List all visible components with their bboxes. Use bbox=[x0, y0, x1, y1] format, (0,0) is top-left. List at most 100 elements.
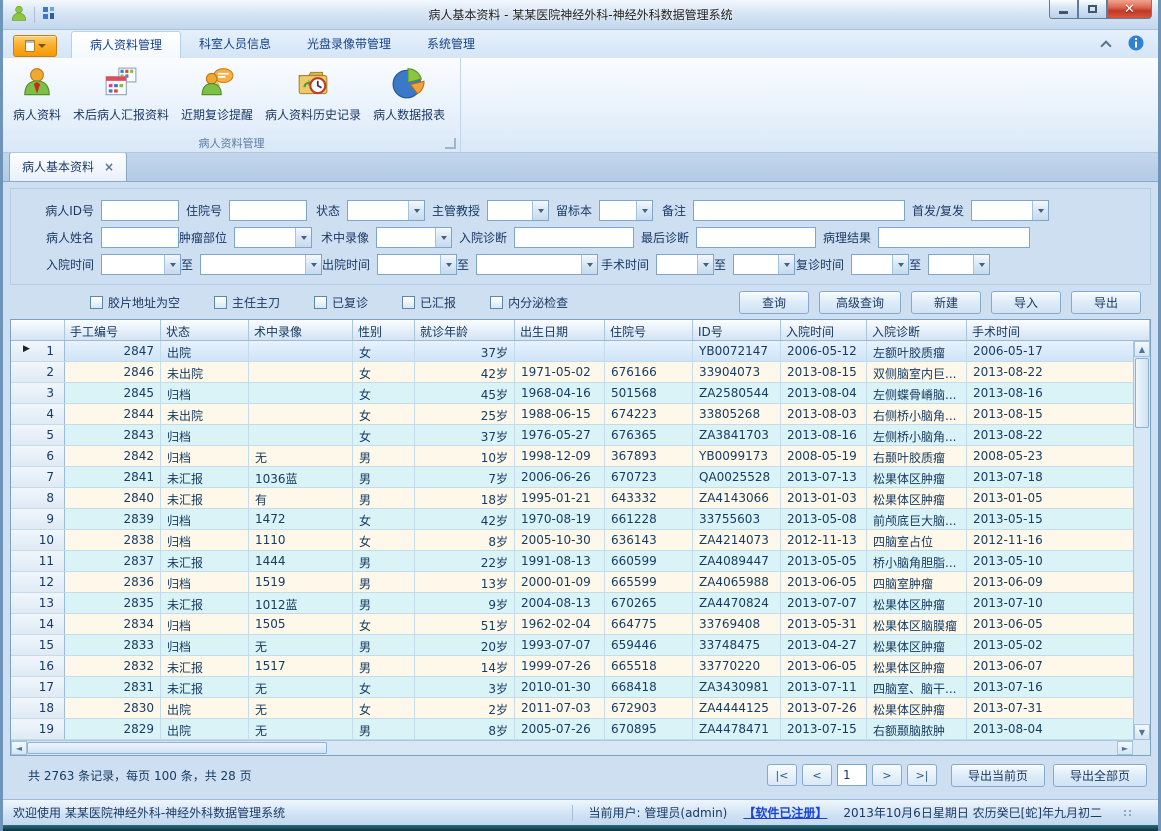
button-导入[interactable]: 导入 bbox=[991, 291, 1061, 314]
filter-combo-至[interactable] bbox=[928, 254, 990, 275]
table-row[interactable]: 172831未汇报无女3岁2010-01-30668418ZA343098120… bbox=[11, 677, 1150, 698]
vertical-scroll-thumb[interactable] bbox=[1135, 358, 1149, 428]
page-number-input[interactable] bbox=[837, 764, 867, 786]
combo-dropdown-icon[interactable] bbox=[636, 201, 652, 220]
table-row[interactable]: 22846未出院女42岁1971-05-02676166339040732013… bbox=[11, 362, 1150, 383]
filter-input-病人姓名[interactable] bbox=[101, 227, 179, 248]
checkbox-icon[interactable] bbox=[402, 296, 415, 309]
combo-dropdown-icon[interactable] bbox=[581, 255, 597, 274]
prev-page-button[interactable]: < bbox=[802, 764, 832, 786]
table-row[interactable]: 162832未汇报1517男14岁1999-07-266655183377022… bbox=[11, 656, 1150, 677]
column-header-rownum[interactable] bbox=[11, 320, 65, 340]
table-row[interactable]: 62842归档无男10岁1998-12-09367893YB0099173200… bbox=[11, 446, 1150, 467]
ribbon-collapse-icon[interactable] bbox=[1102, 42, 1112, 48]
app-menu-button[interactable] bbox=[13, 35, 57, 57]
horizontal-scrollbar[interactable]: ◄ ► bbox=[11, 740, 1133, 755]
ribbon-item-病人资料历史记录[interactable]: 病人资料历史记录 bbox=[259, 62, 367, 127]
filter-combo-复诊时间[interactable] bbox=[851, 254, 909, 275]
ribbon-tab-光盘录像带管理[interactable]: 光盘录像带管理 bbox=[289, 31, 409, 58]
checkbox-icon[interactable] bbox=[490, 296, 503, 309]
column-header-入院时间[interactable]: 入院时间 bbox=[781, 320, 867, 340]
close-button[interactable]: ✕ bbox=[1107, 0, 1152, 19]
checkbox-已复诊[interactable]: 已复诊 bbox=[314, 294, 368, 311]
column-header-性别[interactable]: 性别 bbox=[353, 320, 415, 340]
maximize-button[interactable] bbox=[1078, 0, 1107, 19]
ribbon-tab-系统管理[interactable]: 系统管理 bbox=[409, 31, 493, 58]
column-header-状态[interactable]: 状态 bbox=[161, 320, 249, 340]
column-header-入院诊断[interactable]: 入院诊断 bbox=[867, 320, 967, 340]
filter-input-入院诊断[interactable] bbox=[514, 227, 634, 248]
ribbon-tab-科室人员信息[interactable]: 科室人员信息 bbox=[181, 31, 289, 58]
combo-dropdown-icon[interactable] bbox=[778, 255, 794, 274]
table-row[interactable]: 42844未出院女25岁1988-06-15674223338052682013… bbox=[11, 404, 1150, 425]
table-row[interactable]: 32845归档女45岁1968-04-16501568ZA25805442013… bbox=[11, 383, 1150, 404]
column-header-手术时间[interactable]: 手术时间 bbox=[967, 320, 1150, 340]
minimize-button[interactable] bbox=[1049, 0, 1078, 19]
scroll-up-icon[interactable]: ▲ bbox=[1134, 341, 1150, 357]
filter-input-病人ID号[interactable] bbox=[101, 200, 179, 221]
filter-input-住院号[interactable] bbox=[229, 200, 307, 221]
combo-dropdown-icon[interactable] bbox=[892, 255, 908, 274]
checkbox-icon[interactable] bbox=[314, 296, 327, 309]
ribbon-item-术后病人汇报资料[interactable]: 术后病人汇报资料 bbox=[67, 62, 175, 127]
table-row[interactable]: 92839归档1472女42岁1970-08-19661228337556032… bbox=[11, 509, 1150, 530]
filter-combo-首发/复发[interactable] bbox=[971, 200, 1049, 221]
filter-combo-入院时间[interactable] bbox=[101, 254, 181, 275]
filter-input-最后诊断[interactable] bbox=[696, 227, 816, 248]
quick-access-icon[interactable] bbox=[41, 5, 57, 24]
vertical-scrollbar[interactable]: ▲ ▼ bbox=[1133, 341, 1150, 740]
info-icon[interactable] bbox=[1128, 35, 1144, 54]
filter-combo-主管教授[interactable] bbox=[487, 200, 549, 221]
app-user-icon[interactable] bbox=[10, 4, 28, 25]
checkbox-已汇报[interactable]: 已汇报 bbox=[402, 294, 456, 311]
checkbox-胶片地址为空[interactable]: 胶片地址为空 bbox=[90, 294, 180, 311]
combo-dropdown-icon[interactable] bbox=[164, 255, 180, 274]
checkbox-内分泌检查[interactable]: 内分泌检查 bbox=[490, 294, 568, 311]
column-header-出生日期[interactable]: 出生日期 bbox=[515, 320, 605, 340]
combo-dropdown-icon[interactable] bbox=[440, 255, 456, 274]
table-row[interactable]: 112837未汇报1444男22岁1991-08-13660599ZA40894… bbox=[11, 551, 1150, 572]
doc-tab-patient-basic-info[interactable]: 病人基本资料 × bbox=[9, 152, 127, 181]
dialog-launcher-icon[interactable] bbox=[445, 138, 456, 149]
scroll-down-icon[interactable]: ▼ bbox=[1134, 724, 1150, 740]
combo-dropdown-icon[interactable] bbox=[532, 201, 548, 220]
filter-combo-至[interactable] bbox=[200, 254, 322, 275]
combo-dropdown-icon[interactable] bbox=[295, 228, 311, 247]
next-page-button[interactable]: > bbox=[872, 764, 902, 786]
export-all-pages-button[interactable]: 导出全部页 bbox=[1053, 764, 1147, 787]
checkbox-主任主刀[interactable]: 主任主刀 bbox=[214, 294, 280, 311]
filter-combo-至[interactable] bbox=[476, 254, 598, 275]
ribbon-item-病人数据报表[interactable]: 病人数据报表 bbox=[367, 62, 451, 127]
last-page-button[interactable]: >| bbox=[907, 764, 937, 786]
filter-combo-手术时间[interactable] bbox=[656, 254, 714, 275]
table-row[interactable]: 102838归档1110女8岁2005-10-30636143ZA4214073… bbox=[11, 530, 1150, 551]
horizontal-scroll-thumb[interactable] bbox=[27, 742, 327, 754]
combo-dropdown-icon[interactable] bbox=[408, 201, 424, 220]
table-row[interactable]: 52843归档女37岁1976-05-27676365ZA38417032013… bbox=[11, 425, 1150, 446]
button-新建[interactable]: 新建 bbox=[911, 291, 981, 314]
column-header-ID号[interactable]: ID号 bbox=[693, 320, 781, 340]
table-row[interactable]: 82840未汇报有男18岁1995-01-21643332ZA414306620… bbox=[11, 488, 1150, 509]
filter-combo-出院时间[interactable] bbox=[377, 254, 457, 275]
table-row[interactable]: 142834归档1505女51岁1962-02-0466477533769408… bbox=[11, 614, 1150, 635]
filter-combo-至[interactable] bbox=[733, 254, 795, 275]
combo-dropdown-icon[interactable] bbox=[305, 255, 321, 274]
filter-combo-状态[interactable] bbox=[347, 200, 425, 221]
column-header-住院号[interactable]: 住院号 bbox=[605, 320, 693, 340]
checkbox-icon[interactable] bbox=[214, 296, 227, 309]
column-header-就诊年龄[interactable]: 就诊年龄 bbox=[415, 320, 515, 340]
filter-combo-肿瘤部位[interactable] bbox=[234, 227, 312, 248]
filter-input-病理结果[interactable] bbox=[878, 227, 1030, 248]
table-row[interactable]: ▶12847出院女37岁YB00721472006-05-12左额叶胶质瘤200… bbox=[11, 341, 1150, 362]
table-row[interactable]: 182830出院无女2岁2011-07-03672903ZA4444125201… bbox=[11, 698, 1150, 719]
combo-dropdown-icon[interactable] bbox=[435, 228, 451, 247]
ribbon-tab-病人资料管理[interactable]: 病人资料管理 bbox=[71, 31, 181, 58]
column-header-手工编号[interactable]: 手工编号 bbox=[65, 320, 161, 340]
doc-tab-close-icon[interactable]: × bbox=[104, 162, 114, 172]
button-查询[interactable]: 查询 bbox=[739, 291, 809, 314]
registered-link[interactable]: 【软件已注册】 bbox=[743, 804, 827, 821]
filter-combo-留标本[interactable] bbox=[599, 200, 653, 221]
table-row[interactable]: 152833归档无男20岁1993-07-0765944633748475201… bbox=[11, 635, 1150, 656]
table-row[interactable]: 132835未汇报1012蓝男9岁2004-08-13670265ZA44708… bbox=[11, 593, 1150, 614]
button-高级查询[interactable]: 高级查询 bbox=[819, 291, 901, 314]
